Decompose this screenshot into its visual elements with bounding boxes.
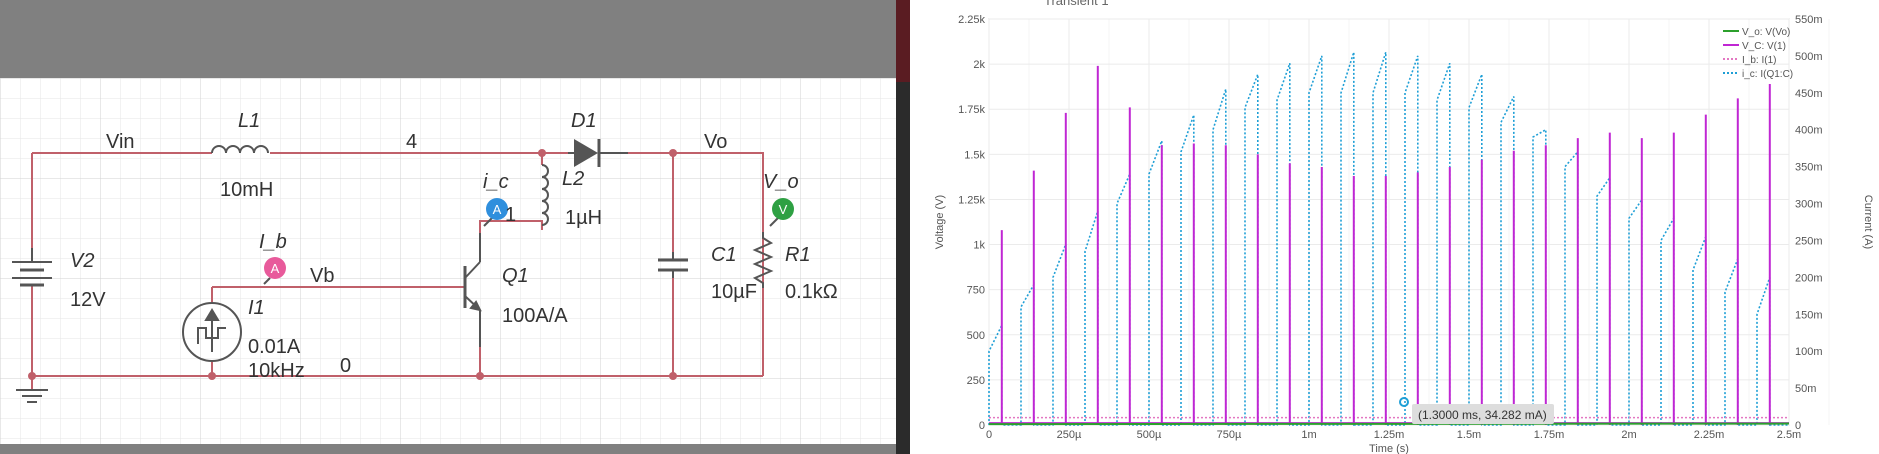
y-tick-label: 1.75k	[958, 104, 985, 116]
y2-tick-label: 350m	[1795, 162, 1823, 174]
x-tick-label: 0	[986, 429, 992, 441]
x-tick-label: 1.25m	[1374, 429, 1405, 441]
label-v2-value: 12V	[70, 289, 106, 311]
label-vb: Vb	[310, 265, 334, 287]
x-tick-label: 1.75m	[1534, 429, 1565, 441]
legend-entry: V_C: V(1)	[1742, 41, 1786, 52]
y2-axis-title: Current (A)	[1862, 195, 1874, 249]
y2-tick-label: 100m	[1795, 346, 1823, 358]
y-tick-label: 2k	[973, 59, 985, 71]
bottom-scrollbar[interactable]	[0, 444, 896, 454]
label-vo: Vo	[704, 131, 727, 153]
y-tick-label: 0	[979, 420, 985, 432]
toolbar-backdrop	[0, 0, 896, 78]
label-pin-1: 1	[505, 204, 516, 226]
y-tick-label: 1.25k	[958, 194, 985, 206]
y2-tick-label: 250m	[1795, 235, 1823, 247]
y2-tick-label: 500m	[1795, 51, 1823, 63]
label-vo-probe: V_o	[763, 171, 799, 193]
series-v-o-line	[988, 422, 1790, 426]
x-tick-label: 500µ	[1137, 429, 1162, 441]
y-tick-label: 1.5k	[964, 149, 985, 161]
x-tick-label: 2.25m	[1694, 429, 1725, 441]
label-vin: Vin	[106, 131, 135, 153]
panel-divider[interactable]	[896, 0, 910, 454]
plot-title: Transient 1	[1044, 0, 1109, 8]
label-l2: L2	[562, 168, 584, 190]
label-l1-value: 10mH	[220, 179, 273, 201]
label-r1-value: 0.1kΩ	[785, 281, 838, 303]
label-node-4: 4	[406, 131, 417, 153]
y-axis-title: Voltage (V)	[934, 195, 946, 249]
label-i1-value: 0.01A	[248, 336, 301, 358]
label-i1: I1	[248, 297, 265, 319]
ammeter-probe-ib-letter: A	[271, 261, 280, 276]
label-l2-value: 1µH	[565, 207, 602, 229]
y2-tick-label: 300m	[1795, 199, 1823, 211]
label-i1-freq: 10kHz	[248, 360, 305, 382]
label-q1-value: 100A/A	[502, 305, 568, 327]
label-ic: i_c	[483, 171, 509, 193]
y2-tick-label: 450m	[1795, 88, 1823, 100]
x-axis-title: Time (s)	[1369, 443, 1409, 454]
x-tick-label: 250µ	[1057, 429, 1082, 441]
y2-tick-label: 550m	[1795, 14, 1823, 26]
label-node-0: 0	[340, 355, 351, 377]
legend-entry: V_o: V(Vo)	[1742, 27, 1790, 38]
x-tick-label: 1m	[1301, 429, 1316, 441]
transient-plot[interactable]: Transient 1 0 250µ 500µ 750µ 1m 1.25m 1.5m 1.75…	[910, 0, 1879, 454]
legend-entry: i_c: I(Q1:C)	[1742, 69, 1793, 80]
y-tick-label: 500	[967, 330, 985, 342]
x-tick-label: 2m	[1621, 429, 1636, 441]
x-tick-label: 1.5m	[1457, 429, 1481, 441]
y2-tick-label: 200m	[1795, 272, 1823, 284]
y-tick-label: 250	[967, 375, 985, 387]
tooltip-text: (1.3000 ms, 34.282 mA)	[1418, 408, 1547, 422]
voltmeter-probe-vo-letter: V	[779, 202, 788, 217]
legend-entry: I_b: I(1)	[1742, 55, 1776, 66]
y-tick-label: 1k	[973, 240, 985, 252]
plot-panel[interactable]: Transient 1 0 250µ 500µ 750µ 1m 1.25m 1.5m 1.75…	[910, 0, 1879, 454]
label-ib: I_b	[259, 231, 287, 253]
schematic-panel[interactable]: A A V Vin L1 10mH 4 D1 Vo i_c L2 1µH 1 V…	[0, 0, 896, 454]
label-r1: R1	[785, 244, 811, 266]
divider-accent	[896, 0, 910, 82]
schematic-canvas[interactable]: A A V Vin L1 10mH 4 D1 Vo i_c L2 1µH 1 V…	[0, 0, 896, 454]
ammeter-probe-ic-letter: A	[493, 202, 502, 217]
y2-tick-label: 150m	[1795, 309, 1823, 321]
label-c1: C1	[711, 244, 737, 266]
x-tick-label: 750µ	[1217, 429, 1242, 441]
label-l1: L1	[238, 110, 260, 132]
y2-tick-label: 0	[1795, 420, 1801, 432]
label-v2: V2	[70, 250, 94, 272]
y2-tick-label: 400m	[1795, 125, 1823, 137]
y-tick-label: 2.25k	[958, 14, 985, 26]
label-q1: Q1	[502, 265, 529, 287]
label-d1: D1	[571, 110, 597, 132]
label-c1-value: 10µF	[711, 281, 757, 303]
y-tick-label: 750	[967, 285, 985, 297]
y2-tick-label: 50m	[1795, 383, 1816, 395]
